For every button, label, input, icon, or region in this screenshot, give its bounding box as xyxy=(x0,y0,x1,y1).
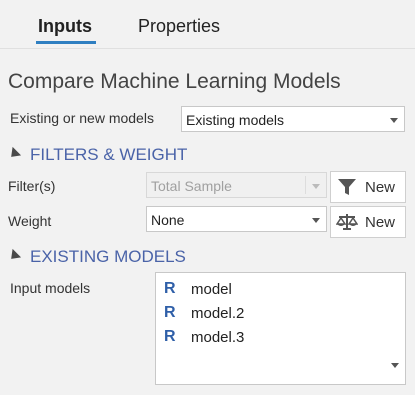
tab-bar: Inputs Properties xyxy=(0,0,415,49)
existing-models-section-header[interactable]: EXISTING MODELS xyxy=(6,247,186,267)
list-item-label: model.3 xyxy=(191,328,245,346)
input-models-listbox[interactable]: R model R model.2 R model.3 xyxy=(155,272,406,385)
existing-or-new-label: Existing or new models xyxy=(10,110,154,126)
new-weight-label: New xyxy=(365,214,396,231)
new-weight-button[interactable]: New xyxy=(330,206,406,238)
collapse-triangle-icon xyxy=(6,146,22,162)
filter-dropdown-separator xyxy=(305,176,306,194)
r-icon: R xyxy=(164,280,176,297)
chevron-down-icon xyxy=(312,218,320,223)
filters-weight-section-header[interactable]: FILTERS & WEIGHT xyxy=(6,145,188,165)
new-filter-label: New xyxy=(365,179,396,196)
tab-inputs[interactable]: Inputs xyxy=(38,16,92,37)
chevron-down-icon xyxy=(390,118,398,123)
weight-dropdown[interactable]: None xyxy=(146,206,327,232)
new-filter-button[interactable]: New xyxy=(330,171,406,203)
list-item-label: model.2 xyxy=(191,304,245,322)
tab-properties[interactable]: Properties xyxy=(138,16,220,37)
collapse-triangle-icon xyxy=(6,248,22,264)
filter-dropdown: Total Sample xyxy=(146,172,327,198)
weight-label: Weight xyxy=(8,213,52,229)
list-item-label: model xyxy=(191,280,232,298)
input-models-label: Input models xyxy=(10,280,91,296)
list-item[interactable]: R model xyxy=(164,278,232,300)
chevron-down-icon[interactable] xyxy=(391,363,399,368)
r-icon: R xyxy=(164,304,176,321)
filter-value: Total Sample xyxy=(151,178,232,194)
chevron-down-icon xyxy=(312,184,320,189)
weight-value: None xyxy=(151,212,185,228)
active-tab-indicator xyxy=(36,41,96,44)
r-icon: R xyxy=(164,328,176,345)
filter-funnel-icon xyxy=(338,179,356,195)
balance-scale-icon xyxy=(336,214,358,230)
existing-or-new-value: Existing models xyxy=(186,112,285,128)
filter-label: Filter(s) xyxy=(8,178,56,194)
filters-weight-header-label: FILTERS & WEIGHT xyxy=(30,145,188,164)
existing-models-header-label: EXISTING MODELS xyxy=(30,247,186,266)
list-item[interactable]: R model.3 xyxy=(164,326,244,348)
page-title: Compare Machine Learning Models xyxy=(8,70,341,93)
existing-or-new-dropdown[interactable]: Existing models xyxy=(181,106,405,132)
list-item[interactable]: R model.2 xyxy=(164,302,244,324)
